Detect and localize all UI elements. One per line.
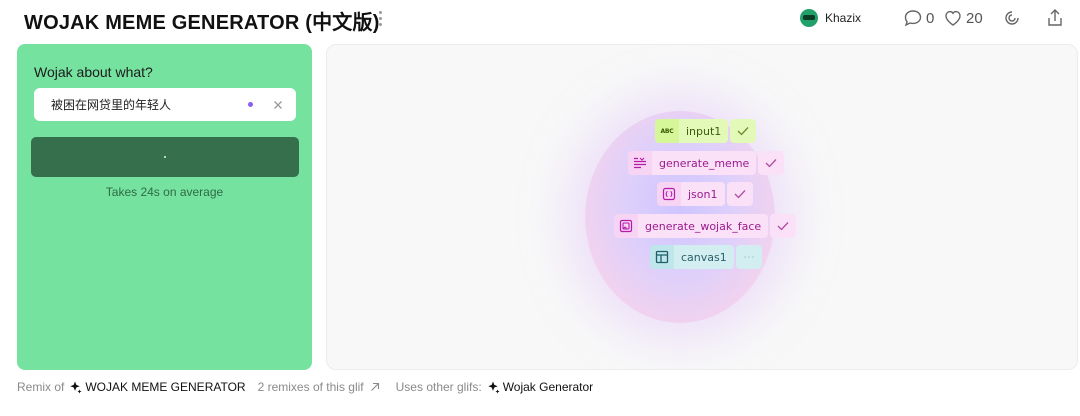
prompt-field <box>34 88 296 121</box>
loading-indicator-icon <box>735 245 762 269</box>
check-icon <box>758 151 785 175</box>
graph-node-json1[interactable]: json1 <box>657 182 753 206</box>
workflow-canvas: ABC input1 generate_meme json1 generate_… <box>326 44 1078 370</box>
node-label: json1 <box>681 182 725 206</box>
remixes-link[interactable]: 2 remixes of this glif <box>258 380 364 394</box>
text-lines-icon <box>628 151 652 175</box>
status-dot-icon <box>248 102 253 107</box>
remix-icon <box>1005 11 1019 25</box>
author-link[interactable]: Khazix <box>800 8 861 28</box>
graph-node-input1[interactable]: ABC input1 <box>655 119 757 143</box>
remix-prefix: Remix of <box>17 380 65 394</box>
author-name: Khazix <box>825 11 862 25</box>
layout-icon <box>650 245 674 269</box>
graph-node-canvas1[interactable]: canvas1 <box>650 245 762 269</box>
check-icon <box>770 214 797 238</box>
check-icon <box>730 119 757 143</box>
remix-button[interactable] <box>1001 7 1023 29</box>
page-title: WOJAK MEME GENERATOR (中文版) <box>24 12 380 34</box>
close-icon[interactable] <box>270 97 286 113</box>
uses-glif-link[interactable]: Wojak Generator <box>503 380 594 394</box>
graph-node-generate-wojak-face[interactable]: generate_wojak_face <box>614 214 797 238</box>
comment-count: 0 <box>926 9 935 27</box>
app-root: WOJAK MEME GENERATOR (中文版) Khazix 0 20 W… <box>0 0 1080 416</box>
remix-source-link[interactable]: WOJAK MEME GENERATOR <box>85 380 245 394</box>
image-icon <box>614 214 638 238</box>
uses-prefix: Uses other glifs: <box>395 380 482 394</box>
comment-icon <box>904 10 922 27</box>
loading-dot-icon <box>164 156 166 158</box>
header: WOJAK MEME GENERATOR (中文版) Khazix 0 20 <box>0 0 1080 38</box>
share-icon <box>1048 9 1062 26</box>
braces-icon <box>657 182 681 206</box>
comments-button[interactable]: 0 <box>903 8 934 28</box>
more-options-icon[interactable] <box>376 8 384 28</box>
node-label: canvas1 <box>674 245 734 269</box>
prompt-input[interactable] <box>34 88 234 121</box>
avatar <box>800 9 818 27</box>
run-time-note: Takes 24s on average <box>105 185 224 199</box>
like-button[interactable]: 20 <box>943 8 983 28</box>
check-icon <box>726 182 753 206</box>
arrow-up-right-icon <box>370 382 379 391</box>
input-panel: Wojak about what? Takes 24s on average <box>17 44 312 370</box>
like-count: 20 <box>966 9 983 27</box>
remix-footer: Remix of WOJAK MEME GENERATOR 2 remixes … <box>17 378 593 396</box>
abc-icon: ABC <box>655 119 679 143</box>
node-label: generate_meme <box>652 151 757 175</box>
graph-node-generate-meme[interactable]: generate_meme <box>628 151 785 175</box>
heart-icon <box>945 10 961 26</box>
run-button[interactable] <box>31 137 299 177</box>
sparkle-icon <box>487 381 500 393</box>
prompt-label: Wojak about what? <box>34 64 153 80</box>
node-label: generate_wojak_face <box>638 214 769 238</box>
node-label: input1 <box>679 119 729 143</box>
sparkle-icon <box>70 381 82 393</box>
share-button[interactable] <box>1044 7 1066 29</box>
